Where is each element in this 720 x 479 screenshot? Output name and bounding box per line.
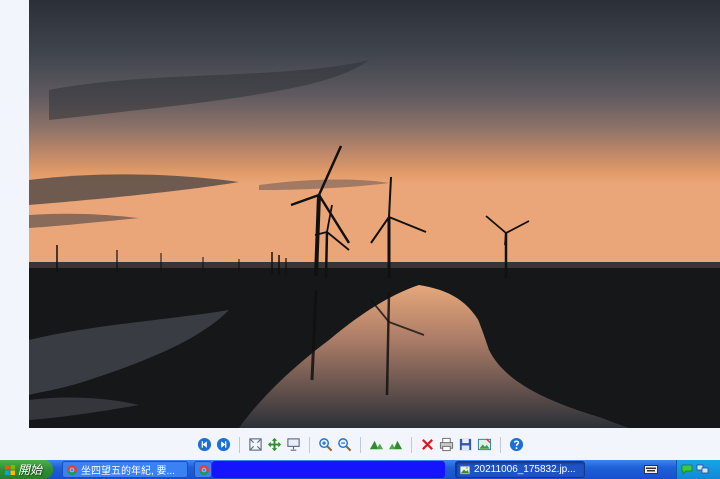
best-fit-button[interactable] — [246, 435, 265, 454]
viewer-toolbar — [0, 430, 720, 459]
edit-image-icon — [477, 438, 491, 451]
toolbar-separator — [308, 436, 310, 453]
start-button[interactable]: 開始 — [0, 460, 53, 479]
rotate-counterclockwise-button[interactable] — [386, 435, 405, 454]
print-button[interactable] — [437, 435, 456, 454]
save-button[interactable] — [456, 435, 475, 454]
photo-wind-turbines-sunset — [29, 0, 720, 428]
zoom-in-icon — [318, 438, 332, 452]
taskbar: 開始 坐四望五的年紀, 要... 20211006_175832.jp... — [0, 460, 720, 479]
taskbar-item-blank[interactable] — [212, 461, 445, 478]
edit-button[interactable] — [475, 435, 494, 454]
zoom-in-button[interactable] — [316, 435, 335, 454]
chat-icon[interactable] — [681, 464, 693, 475]
previous-icon — [197, 437, 211, 452]
system-tray — [676, 460, 720, 479]
previous-image-button[interactable] — [195, 435, 214, 454]
slideshow-button[interactable] — [284, 435, 303, 454]
actual-size-icon — [267, 437, 281, 452]
rotate-clockwise-button[interactable] — [367, 435, 386, 454]
delete-icon — [421, 439, 433, 450]
rotate-counterclockwise-icon — [388, 440, 402, 450]
print-icon — [439, 437, 453, 452]
help-icon — [509, 437, 523, 452]
taskbar-item-label: 20211006_175832.jp... — [474, 464, 576, 475]
taskbar-item-chrome-article[interactable]: 坐四望五的年紀, 要... — [62, 461, 188, 478]
zoom-out-button[interactable] — [335, 435, 354, 454]
image-viewer-window — [0, 0, 720, 460]
next-image-button[interactable] — [214, 435, 233, 454]
actual-size-button[interactable] — [265, 435, 284, 454]
taskbar-item-image-viewer[interactable]: 20211006_175832.jp... — [455, 461, 585, 478]
best-fit-icon — [248, 438, 262, 451]
network-icon[interactable] — [696, 464, 710, 475]
toolbar-separator — [359, 436, 361, 453]
delete-button[interactable] — [418, 435, 437, 454]
taskbar-item-label: 坐四望五的年紀, 要... — [81, 466, 175, 477]
chrome-icon — [67, 464, 77, 475]
toolbar-separator — [499, 436, 501, 453]
zoom-out-icon — [337, 438, 351, 452]
toolbar-separator — [410, 436, 412, 453]
start-label: 開始 — [18, 463, 43, 477]
slideshow-icon — [286, 438, 300, 451]
help-button[interactable] — [507, 435, 526, 454]
rotate-clockwise-icon — [369, 440, 383, 450]
save-icon — [459, 438, 471, 451]
next-icon — [216, 437, 230, 452]
windows-flag-icon — [5, 464, 15, 475]
taskbar-item-chrome-window[interactable] — [194, 461, 212, 478]
keyboard-icon[interactable] — [644, 464, 658, 475]
toolbar-separator — [238, 436, 240, 453]
chrome-icon — [199, 464, 209, 475]
image-viewer-icon — [460, 465, 470, 474]
